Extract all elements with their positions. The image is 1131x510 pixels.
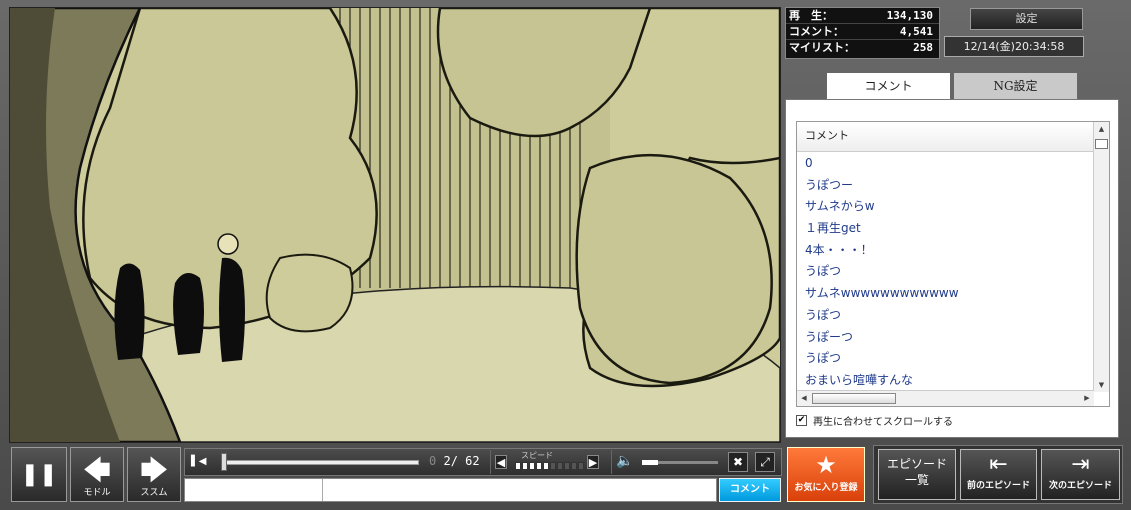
fullscreen-icon[interactable]: ⤢ (755, 452, 775, 472)
speed-level-bars[interactable] (515, 462, 584, 470)
scroll-left-arrow-icon[interactable]: ◀ (798, 391, 810, 406)
video-frame[interactable] (9, 7, 781, 443)
player-window: 再 生： 134,130 コメント： 4,541 マイリスト： 258 設定 1… (0, 0, 1131, 510)
current-datetime: 12/14(金)20:34:58 (944, 36, 1084, 57)
speed-control: スピード ◀ ▶ (490, 450, 605, 474)
scroll-down-arrow-icon[interactable]: ▼ (1094, 378, 1109, 392)
speed-level-segment[interactable] (550, 462, 556, 470)
next-episode-label: 次のエピソード (1048, 481, 1112, 491)
next-episode-button[interactable]: ⇥ 次のエピソード (1041, 449, 1120, 500)
speed-level-segment[interactable] (543, 462, 549, 470)
forward-button[interactable]: 🡆 ススム (127, 447, 181, 502)
list-item[interactable]: うぽつ (797, 305, 1094, 327)
skip-to-start-icon[interactable]: ▌◀ (191, 455, 207, 469)
plays-label: 再 生： (789, 9, 833, 22)
comments-label: コメント： (789, 25, 844, 38)
comment-list[interactable]: コメント 0 うぽつー サムネからw １再生get 4本・・・！ うぽつ サムネ… (796, 121, 1110, 407)
comment-vertical-scrollbar[interactable]: ▲ ▼ (1093, 122, 1109, 392)
seek-track[interactable] (223, 460, 419, 465)
list-item[interactable]: 0 (797, 153, 1094, 175)
comment-command-field[interactable] (185, 479, 323, 501)
mylist-row: マイリスト： 258 (786, 40, 939, 56)
speed-level-segment[interactable] (578, 462, 584, 470)
speed-level-segment[interactable] (536, 462, 542, 470)
scroll-up-arrow-icon[interactable]: ▲ (1094, 122, 1109, 136)
list-item[interactable]: うぽつ (797, 261, 1094, 283)
comments-count: 4,541 (899, 25, 933, 38)
plays-count: 134,130 (886, 9, 933, 22)
list-item[interactable]: サムネwwwwwwwwwwww (797, 283, 1094, 305)
comments-row: コメント： 4,541 (786, 24, 939, 40)
comment-column-header[interactable]: コメント (797, 122, 1094, 152)
comment-horizontal-scrollbar[interactable]: ◀ ▶ (797, 390, 1094, 406)
list-item[interactable]: 4本・・・！ (797, 240, 1094, 262)
mylist-label: マイリスト： (789, 41, 855, 54)
video-artwork (10, 8, 780, 442)
favorite-label: お気に入り登録 (794, 483, 858, 493)
speed-level-segment[interactable] (557, 462, 563, 470)
seek-knob[interactable] (221, 453, 227, 471)
comment-submit-button[interactable]: コメント (719, 478, 781, 502)
comment-items: 0 うぽつー サムネからw １再生get 4本・・・！ うぽつ サムネwwwww… (797, 153, 1094, 392)
seek-bar-panel: ▌◀ 0 2/ 62 スピード ◀ ▶ 🔈 ✖ ⤢ (184, 448, 782, 476)
speed-level-segment[interactable] (564, 462, 570, 470)
prev-episode-icon: ⇤ (989, 452, 1008, 477)
mylist-count: 258 (913, 41, 933, 54)
episode-navigation: エピソード 一覧 ⇤ 前のエピソード ⇥ 次のエピソード (873, 445, 1123, 504)
forward-label: ススム (140, 488, 168, 498)
prev-episode-label: 前のエピソード (966, 481, 1030, 491)
autoscroll-checkbox[interactable]: ✔ (796, 415, 807, 426)
prev-episode-button[interactable]: ⇤ 前のエピソード (960, 449, 1037, 500)
plays-row: 再 生： 134,130 (786, 8, 939, 24)
vertical-scroll-thumb[interactable] (1095, 139, 1108, 149)
speaker-icon[interactable]: 🔈 (616, 453, 633, 469)
close-comments-icon[interactable]: ✖ (728, 452, 748, 472)
settings-button[interactable]: 設定 (970, 8, 1083, 30)
scroll-right-arrow-icon[interactable]: ▶ (1081, 391, 1093, 406)
list-item[interactable]: １再生get (797, 218, 1094, 240)
volume-fill[interactable] (642, 460, 658, 465)
pause-icon: ❚❚ (20, 462, 58, 487)
time-readout: 0 2/ 62 (429, 454, 480, 468)
video-stats-panel: 再 生： 134,130 コメント： 4,541 マイリスト： 258 (785, 7, 940, 59)
next-episode-icon: ⇥ (1071, 452, 1090, 477)
star-icon: ★ (815, 451, 837, 479)
episode-list-line1: エピソード (886, 457, 947, 471)
speed-level-segment[interactable] (515, 462, 521, 470)
speed-level-segment[interactable] (522, 462, 528, 470)
comment-text-field[interactable] (325, 479, 716, 501)
list-item[interactable]: サムネからw (797, 196, 1094, 218)
list-item[interactable]: おまいら喧嘩すんな (797, 370, 1094, 392)
list-item[interactable]: うぽつー (797, 175, 1094, 197)
autoscroll-option[interactable]: ✔ 再生に合わせてスクロールする (796, 413, 953, 428)
back-label: モドル (83, 488, 111, 498)
speed-level-segment[interactable] (571, 462, 577, 470)
speed-up-icon[interactable]: ▶ (587, 455, 599, 469)
back-button[interactable]: 🡄 モドル (70, 447, 124, 502)
time-total: 62 (465, 454, 480, 468)
speed-level-segment[interactable] (529, 462, 535, 470)
episode-list-button[interactable]: エピソード 一覧 (878, 449, 956, 500)
time-current: 0 (429, 454, 437, 468)
tab-comment[interactable]: コメント (826, 72, 951, 100)
speed-down-icon[interactable]: ◀ (495, 455, 507, 469)
tab-ng-settings[interactable]: NG設定 (953, 72, 1078, 100)
episode-list-line2: 一覧 (904, 473, 929, 487)
list-item[interactable]: うぽーつ (797, 327, 1094, 349)
list-item[interactable]: うぽつ (797, 348, 1094, 370)
pause-button[interactable]: ❚❚ (11, 447, 67, 502)
volume-control: 🔈 (611, 450, 721, 474)
arrow-right-icon: 🡆 (140, 456, 168, 486)
comment-panel: コメント 0 うぽつー サムネからw １再生get 4本・・・！ うぽつ サムネ… (785, 99, 1119, 438)
comment-input-area (184, 478, 717, 502)
autoscroll-label: 再生に合わせてスクロールする (813, 417, 953, 428)
horizontal-scroll-thumb[interactable] (812, 393, 896, 404)
favorite-button[interactable]: ★ お気に入り登録 (787, 447, 865, 502)
speed-label: スピード (521, 451, 553, 460)
time-separator: 2/ (443, 454, 458, 468)
arrow-left-icon: 🡄 (83, 456, 111, 486)
